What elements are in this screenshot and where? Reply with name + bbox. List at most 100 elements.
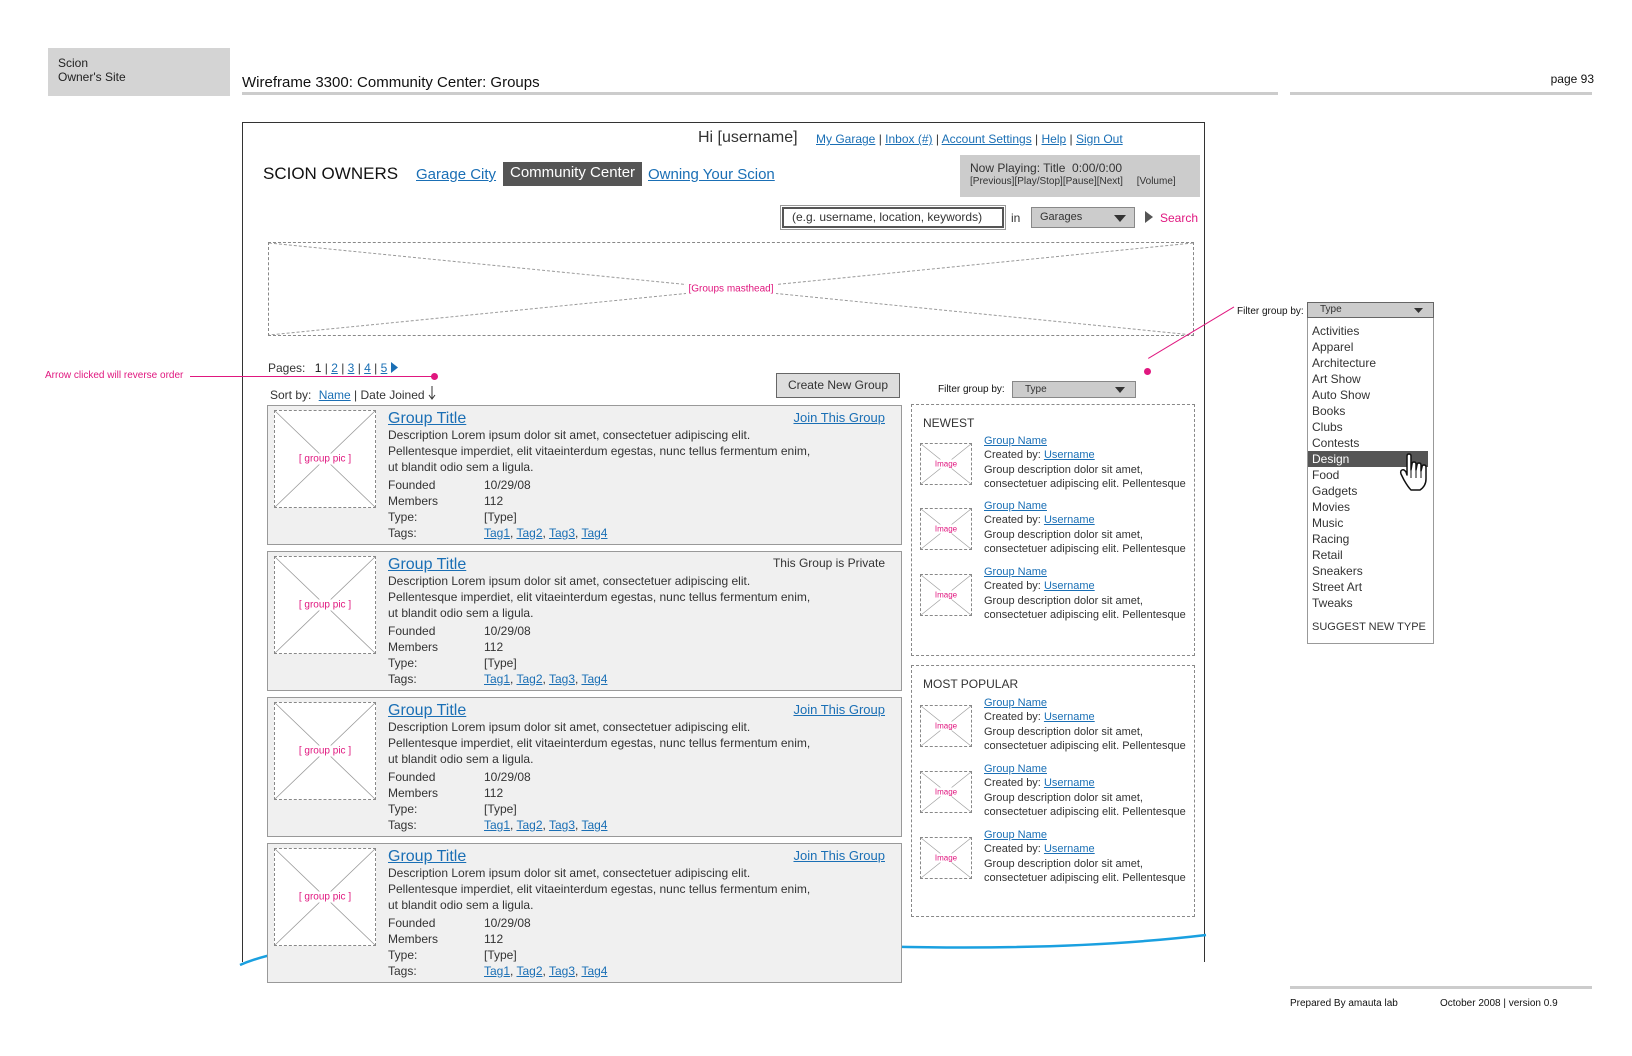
dropdown-option[interactable]: Racing [1308,531,1428,547]
create-new-group-button[interactable]: Create New Group [776,373,900,398]
tag-link[interactable]: Tag3 [549,964,575,978]
nav-garage-city[interactable]: Garage City [416,166,496,183]
tag-link[interactable]: Tag4 [581,818,607,832]
sort-by-name[interactable]: Name [319,388,351,402]
tag-link[interactable]: Tag4 [581,672,607,686]
group-pic-label: [ group pic ] [296,599,354,611]
username-link[interactable]: Username [1044,843,1095,855]
dropdown-option[interactable]: Activities [1308,323,1428,339]
sign-out-link[interactable]: Sign Out [1076,132,1123,146]
filter-select[interactable]: Type [1012,381,1136,398]
media-player[interactable]: Now Playing: Title 0:00/0:00 [Previous][… [960,155,1200,197]
group-pic-label: [ group pic ] [296,453,354,465]
tag-link[interactable]: Tag3 [549,526,575,540]
username-link[interactable]: Username [1044,777,1095,789]
dropdown-option[interactable]: Contests [1308,435,1428,451]
dropdown-option[interactable]: Books [1308,403,1428,419]
page-4[interactable]: 4 [364,361,371,375]
join-group-link[interactable]: Join This Group [793,848,885,863]
down-arrow-icon[interactable] [428,386,436,400]
account-settings-link[interactable]: Account Settings [942,132,1032,146]
tag-link[interactable]: Tag1 [484,964,510,978]
tag-link[interactable]: Tag4 [581,526,607,540]
tag-link[interactable]: Tag1 [484,672,510,686]
group-name-link[interactable]: Group Name [984,566,1047,578]
tag-link[interactable]: Tag2 [516,672,542,686]
dropdown-option[interactable]: Clubs [1308,419,1428,435]
group-members: Members 112 [388,931,503,947]
dropdown-option[interactable]: Music [1308,515,1428,531]
created-label: Created by: [984,449,1041,461]
group-name-link[interactable]: Group Name [984,500,1047,512]
my-garage-link[interactable]: My Garage [816,132,875,146]
tag-link[interactable]: Tag1 [484,818,510,832]
group-name-link[interactable]: Group Name [984,763,1047,775]
tag-link[interactable]: Tag2 [516,818,542,832]
client-line2: Owner's Site [58,70,126,84]
founded-label: Founded [388,916,436,930]
dropdown-option[interactable]: Tweaks [1308,595,1428,611]
tag-link[interactable]: Tag2 [516,964,542,978]
inbox-link[interactable]: Inbox (#) [885,132,932,146]
type-label: Type: [388,656,418,670]
dropdown-option[interactable]: Architecture [1308,355,1428,371]
group-name-link[interactable]: Group Name [984,829,1047,841]
group-name-link[interactable]: Group Name [984,697,1047,709]
nav-community-center[interactable]: Community Center [503,162,643,186]
image-label: Image [932,459,960,469]
group-members: Members 112 [388,493,503,509]
username-link[interactable]: Username [1044,711,1095,723]
page-5[interactable]: 5 [381,361,388,375]
group-type: Type: [Type] [388,509,517,525]
callout-filter-value: Type [1320,304,1342,315]
join-group-link[interactable]: Join This Group [793,702,885,717]
group-title[interactable]: Group Title [388,848,466,866]
player-controls[interactable]: [Previous][Play/Stop][Pause][Next] [Volu… [970,176,1190,187]
username-link[interactable]: Username [1044,449,1095,461]
page-2[interactable]: 2 [331,361,338,375]
founded-value: 10/29/08 [484,624,531,638]
group-members: Members 112 [388,785,503,801]
dropdown-option[interactable]: Retail [1308,547,1428,563]
username-link[interactable]: Username [1044,580,1095,592]
dropdown-option[interactable]: Apparel [1308,339,1428,355]
group-pic: [ group pic ] [274,556,376,654]
group-pic: [ group pic ] [274,410,376,508]
group-title[interactable]: Group Title [388,556,466,574]
nav-owning-your-scion[interactable]: Owning Your Scion [648,166,775,183]
dropdown-option[interactable]: Auto Show [1308,387,1428,403]
dropdown-option[interactable]: Sneakers [1308,563,1428,579]
list-item: Image Group Name Created by: Username Gr… [920,829,1190,889]
search-input[interactable]: (e.g. username, location, keywords) [780,205,1006,230]
tag-link[interactable]: Tag3 [549,818,575,832]
group-title[interactable]: Group Title [388,410,466,428]
filter-value: Type [1025,384,1047,395]
search-button[interactable]: Search [1160,211,1198,225]
tag-link[interactable]: Tag2 [516,526,542,540]
dropdown-option[interactable]: Art Show [1308,371,1428,387]
group-tags: Tags: Tag1, Tag2, Tag3, Tag4 [388,672,608,686]
callout-filter-select[interactable]: Type [1307,302,1434,318]
group-description: Group description dolor sit amet, consec… [984,792,1186,818]
tag-link[interactable]: Tag1 [484,526,510,540]
search-scope-select[interactable]: Garages [1031,207,1135,228]
group-founded: Founded 10/29/08 [388,623,531,639]
created-by: Created by: Username [984,777,1095,789]
group-description: Description Lorem ipsum dolor sit amet, … [388,428,811,474]
next-page-icon[interactable] [390,362,398,373]
group-pic-label: [ group pic ] [296,891,354,903]
group-name-link[interactable]: Group Name [984,435,1047,447]
group-title[interactable]: Group Title [388,702,466,720]
help-link[interactable]: Help [1042,132,1067,146]
join-group-link[interactable]: Join This Group [793,410,885,425]
dropdown-option[interactable]: Movies [1308,499,1428,515]
suggest-new-type-option[interactable]: SUGGEST NEW TYPE [1308,619,1428,635]
footer-prepared: Prepared By amauta lab [1290,998,1398,1009]
dropdown-option[interactable]: Street Art [1308,579,1428,595]
sort-by-date[interactable]: Date Joined [361,388,425,402]
username-link[interactable]: Username [1044,514,1095,526]
tag-link[interactable]: Tag3 [549,672,575,686]
page-3[interactable]: 3 [348,361,355,375]
tag-link[interactable]: Tag4 [581,964,607,978]
list-item: Image Group Name Created by: Username Gr… [920,435,1190,495]
